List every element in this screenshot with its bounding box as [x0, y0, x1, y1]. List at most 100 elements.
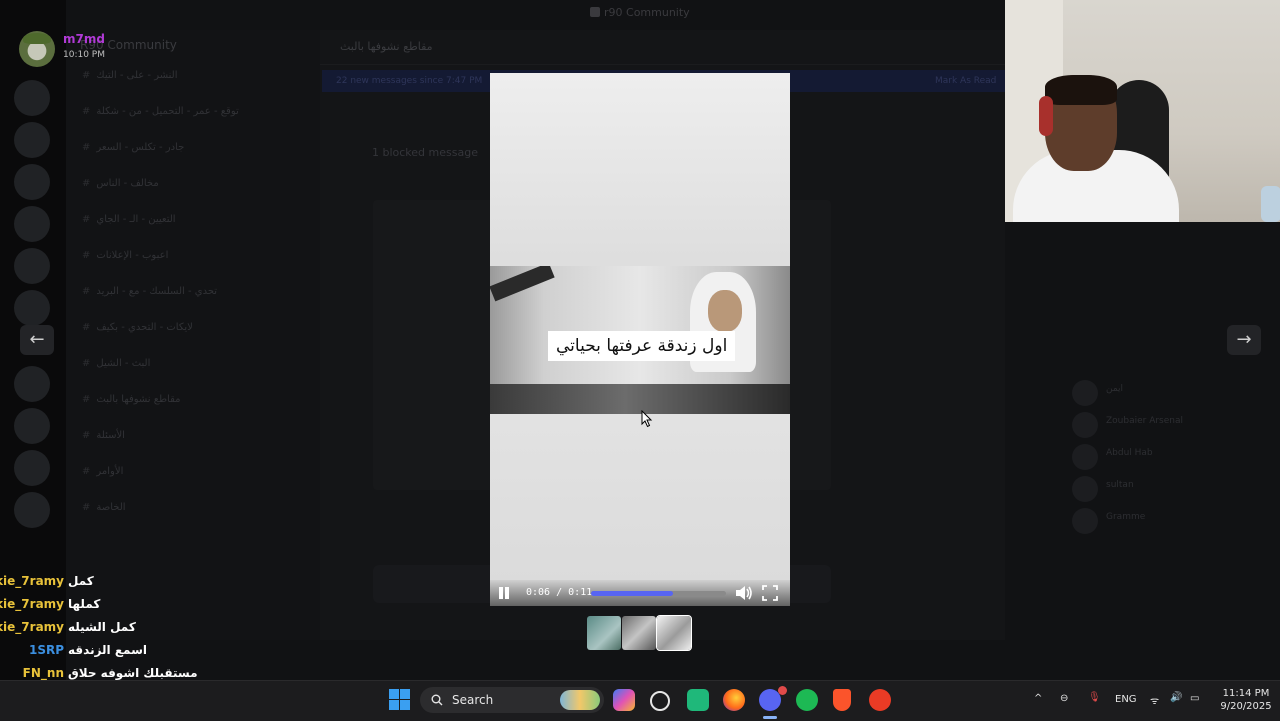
channel-name: توقع - عمر - التحميل - من - شكلة — [96, 106, 239, 117]
sidebar-channel-item[interactable]: # لايكات - التحدي - بكيف — [82, 322, 193, 336]
media-thumbnail-selected[interactable] — [656, 615, 692, 651]
webcam-bottle — [1261, 186, 1280, 222]
windows-start-icon[interactable] — [389, 689, 411, 711]
media-thumbnail[interactable] — [587, 616, 621, 650]
search-placeholder: Search — [452, 693, 494, 707]
member-avatar[interactable] — [1072, 380, 1098, 406]
sidebar-channel-item[interactable]: # الأوامر — [82, 466, 123, 480]
member-name[interactable]: ايمن — [1106, 384, 1123, 396]
member-avatar[interactable] — [1072, 444, 1098, 470]
sync-icon[interactable]: ⊖ — [1060, 693, 1068, 704]
member-name[interactable]: Gramme — [1106, 512, 1145, 524]
microphone-icon[interactable]: 🎙 — [1088, 692, 1101, 703]
server-icon[interactable] — [14, 408, 50, 444]
previous-media-button[interactable]: ← — [20, 325, 54, 355]
server-icon[interactable] — [14, 290, 50, 326]
avatar[interactable] — [19, 31, 55, 67]
ea-app-icon[interactable] — [869, 689, 891, 711]
server-icon[interactable] — [14, 206, 50, 242]
hash-icon: # — [82, 502, 91, 513]
arrow-left-icon: ← — [29, 329, 45, 350]
sidebar-channel-item[interactable]: # مخالف - الناس — [82, 178, 159, 192]
clock-time: 11:14 PM — [1222, 688, 1270, 699]
video-progress-bar[interactable] — [591, 591, 726, 596]
sidebar-channel-item[interactable]: # اعبوب - الإعلانات — [82, 250, 168, 264]
media-thumbnail[interactable] — [622, 616, 656, 650]
hash-icon: # — [82, 250, 91, 261]
hash-icon: # — [82, 322, 91, 333]
channel-name: اعبوب - الإعلانات — [96, 250, 169, 261]
server-icon[interactable] — [14, 80, 50, 116]
sidebar-channel-item[interactable]: # النشر - على - التيك — [82, 70, 178, 84]
sidebar-channel-item[interactable]: # الأسئلة — [82, 430, 125, 444]
fullscreen-icon[interactable] — [762, 585, 778, 601]
channel-name: الأوامر — [96, 466, 124, 477]
copilot-icon[interactable] — [613, 689, 635, 711]
video-decoration — [490, 266, 555, 302]
volume-icon[interactable] — [735, 585, 753, 601]
chat-text: كمل الشيله — [68, 620, 136, 634]
channel-name: الأسئلة — [96, 430, 125, 441]
member-name[interactable]: sultan — [1106, 480, 1134, 492]
channel-name: تحدي - السلسك - مع - البريد — [96, 286, 218, 297]
taskbar-clock[interactable]: 11:14 PM 9/20/2025 — [1216, 687, 1276, 713]
member-avatar[interactable] — [1072, 412, 1098, 438]
uploader-name[interactable]: m7md — [63, 32, 105, 46]
chat-text: كملها — [68, 597, 101, 611]
window-title: r90 Community — [590, 6, 690, 19]
chat-message: kie_7ramy كمل — [0, 574, 260, 596]
hash-icon: # — [82, 466, 91, 477]
brave-icon[interactable] — [833, 689, 851, 711]
battery-icon[interactable]: ▭ — [1190, 693, 1199, 704]
sidebar-channel-item[interactable]: # جادر - تكلس - السعر — [82, 142, 184, 156]
wifi-icon[interactable]: ᯤ — [1150, 693, 1159, 707]
server-icon[interactable] — [14, 164, 50, 200]
volume-tray-icon[interactable]: 🔊 — [1170, 692, 1182, 703]
firefox-icon[interactable] — [723, 689, 745, 711]
blocked-message-notice[interactable]: 1 blocked message — [372, 146, 478, 159]
member-avatar[interactable] — [1072, 508, 1098, 534]
app-icon[interactable] — [687, 689, 709, 711]
hash-icon: # — [82, 106, 91, 117]
headset — [1039, 96, 1053, 136]
hash-icon: # — [82, 70, 91, 81]
chevron-up-icon[interactable]: ^ — [1034, 693, 1042, 704]
hash-icon: # — [82, 394, 91, 405]
sidebar-channel-item[interactable]: # توقع - عمر - التحميل - من - شكلة — [82, 106, 239, 120]
server-icon[interactable] — [14, 450, 50, 486]
server-icon[interactable] — [14, 492, 50, 528]
hash-icon: # — [82, 358, 91, 369]
member-name[interactable]: Zoubaier Arsenal — [1106, 416, 1183, 428]
search-highlight-art — [560, 690, 600, 710]
video-decoration — [490, 384, 790, 414]
member-avatar[interactable] — [1072, 476, 1098, 502]
language-indicator[interactable]: ENG — [1115, 694, 1137, 705]
new-messages-text: 22 new messages since 7:47 PM — [336, 76, 483, 86]
video-caption: اول زندقة عرفتها بحياتي — [548, 331, 736, 361]
mark-as-read-button[interactable]: Mark As Read — [935, 76, 996, 86]
sidebar-channel-item[interactable]: # البث - الشيل — [82, 358, 150, 372]
active-app-indicator — [763, 716, 777, 719]
channel-name: مقاطع نشوفها بالبث — [96, 394, 181, 405]
video-progress-fill — [591, 591, 674, 596]
spotify-icon[interactable] — [796, 689, 818, 711]
video-person-face — [708, 290, 742, 332]
sidebar-channel-item[interactable]: # مقاطع نشوفها بالبث — [82, 394, 181, 408]
server-icon[interactable] — [14, 248, 50, 284]
server-icon[interactable] — [14, 366, 50, 402]
discord-icon — [590, 7, 600, 17]
sidebar-channel-item[interactable]: # التعيين - الـ - الجاي — [82, 214, 176, 228]
channel-name: التعيين - الـ - الجاي — [96, 214, 176, 225]
server-icon[interactable] — [14, 122, 50, 158]
channel-name: البث - الشيل — [96, 358, 151, 369]
pause-icon[interactable] — [497, 586, 511, 600]
chat-username: kie_7ramy — [0, 620, 64, 634]
member-name[interactable]: Abdul Hab — [1106, 448, 1153, 460]
sidebar-channel-item[interactable]: # الخاصة — [82, 502, 126, 516]
chat-username: kie_7ramy — [0, 597, 64, 611]
obs-icon[interactable] — [650, 691, 670, 711]
sidebar-channel-item[interactable]: # تحدي - السلسك - مع - البريد — [82, 286, 217, 300]
chat-message: kie_7ramy كمل الشيله — [0, 620, 260, 642]
next-media-button[interactable]: → — [1227, 325, 1261, 355]
media-thumbnail-strip — [587, 615, 692, 651]
